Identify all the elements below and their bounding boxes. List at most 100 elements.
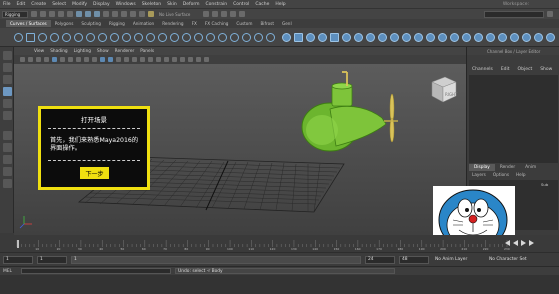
- render-settings-icon[interactable]: [239, 11, 246, 17]
- wire-on-shaded-icon[interactable]: [116, 57, 121, 62]
- attach-surface-icon[interactable]: [462, 32, 471, 42]
- curve-fillet-icon[interactable]: [158, 32, 167, 42]
- insert-isoparm-icon[interactable]: [498, 32, 507, 42]
- xray-joints-icon[interactable]: [196, 57, 201, 62]
- menu-edit[interactable]: Edit: [17, 2, 26, 7]
- select-component-icon[interactable]: [94, 11, 100, 17]
- nurbs-sphere-icon[interactable]: [282, 32, 291, 42]
- view-cube-label[interactable]: RIGHT: [445, 92, 458, 97]
- new-scene-icon[interactable]: [31, 11, 37, 17]
- shelf-tab-geni[interactable]: GenI: [278, 20, 296, 27]
- boundary-icon[interactable]: [414, 32, 423, 42]
- cb-menu-edit[interactable]: Edit: [501, 67, 510, 72]
- snap-curve-icon[interactable]: [121, 11, 127, 17]
- curve-project-icon[interactable]: [242, 32, 251, 42]
- sculpt-surface-icon[interactable]: [546, 32, 555, 42]
- command-language-toggle[interactable]: MEL: [3, 269, 17, 274]
- menu-constrain[interactable]: Constrain: [205, 2, 227, 7]
- shelf-tab-fx[interactable]: FX: [188, 20, 201, 27]
- menu-help[interactable]: Help: [275, 2, 285, 7]
- loft-icon[interactable]: [366, 32, 375, 42]
- nurbs-cylinder-icon[interactable]: [306, 32, 315, 42]
- selection-mask-icon[interactable]: [103, 11, 109, 17]
- four-view-icon[interactable]: [3, 143, 12, 152]
- extend-surface-icon[interactable]: [510, 32, 519, 42]
- menu-modify[interactable]: Modify: [72, 2, 87, 7]
- menu-skeleton[interactable]: Skeleton: [142, 2, 161, 7]
- persp-graph-icon[interactable]: [3, 167, 12, 176]
- textured-icon[interactable]: [124, 57, 129, 62]
- channel-box-body[interactable]: [469, 75, 558, 163]
- save-scene-icon[interactable]: [49, 11, 55, 17]
- grid-toggle-icon[interactable]: [52, 57, 57, 62]
- cv-curve-icon[interactable]: [50, 32, 59, 42]
- select-tool-icon[interactable]: [3, 51, 12, 60]
- open-close-surface-icon[interactable]: [486, 32, 495, 42]
- curve-insert-knot-icon[interactable]: [170, 32, 179, 42]
- lasso-tool-icon[interactable]: [3, 63, 12, 72]
- shelf-tab-bifrost[interactable]: Bifrost: [256, 20, 278, 27]
- bevel-icon[interactable]: [438, 32, 447, 42]
- single-view-icon[interactable]: [3, 131, 12, 140]
- curve-smooth-icon[interactable]: [218, 32, 227, 42]
- input-line-field[interactable]: [484, 10, 544, 18]
- live-surface-icon[interactable]: [148, 11, 154, 17]
- layer-menu-help[interactable]: Help: [516, 172, 526, 177]
- next-step-button[interactable]: 下一步: [80, 167, 109, 179]
- nurbs-circle-icon[interactable]: [14, 32, 23, 42]
- outliner-icon[interactable]: [3, 179, 12, 188]
- shelf-tab-rigging[interactable]: Rigging: [105, 20, 129, 27]
- wireframe-icon[interactable]: [100, 57, 105, 62]
- snap-grid-icon[interactable]: [112, 11, 118, 17]
- menu-file[interactable]: File: [3, 2, 11, 7]
- layer-menu-layers[interactable]: Layers: [472, 172, 486, 177]
- move-tool-icon[interactable]: [3, 87, 12, 96]
- construction-history-icon[interactable]: [203, 11, 210, 17]
- camera-attributes-icon[interactable]: [28, 57, 33, 62]
- layer-menu-options[interactable]: Options: [493, 172, 509, 177]
- menu-control[interactable]: Control: [233, 2, 249, 7]
- ambient-occlusion-icon[interactable]: [148, 57, 153, 62]
- xray-icon[interactable]: [188, 57, 193, 62]
- vp-menu-lighting[interactable]: Lighting: [74, 49, 91, 54]
- cb-menu-show[interactable]: Show: [540, 67, 552, 72]
- ep-curve-icon[interactable]: [38, 32, 47, 42]
- play-forward-icon[interactable]: [521, 240, 526, 246]
- tab-render[interactable]: Render: [495, 164, 520, 171]
- undo-icon[interactable]: [58, 11, 64, 17]
- cb-menu-channels[interactable]: Channels: [472, 67, 493, 72]
- current-time-indicator[interactable]: [17, 240, 19, 248]
- sidebar-toggle-icon[interactable]: [547, 11, 553, 17]
- shadows-icon[interactable]: [140, 57, 145, 62]
- layer-item-label[interactable]: Sub: [541, 182, 548, 187]
- cb-menu-object[interactable]: Object: [518, 67, 533, 72]
- step-forward-icon[interactable]: [529, 240, 534, 246]
- shelf-tab-sculpting[interactable]: Sculpting: [77, 20, 105, 27]
- nurbs-plane-icon[interactable]: [330, 32, 339, 42]
- shelf-tab-curves-surfaces[interactable]: Curves / Surfaces: [6, 20, 51, 27]
- shelf-tab-rendering[interactable]: Rendering: [158, 20, 187, 27]
- pencil-curve-icon[interactable]: [74, 32, 83, 42]
- curve-align-icon[interactable]: [254, 32, 263, 42]
- redo-icon[interactable]: [67, 11, 73, 17]
- camera-select-icon[interactable]: [20, 57, 25, 62]
- menu-set-dropdown[interactable]: Rigging: [2, 10, 28, 18]
- arc-curve-icon[interactable]: [86, 32, 95, 42]
- shelf-tab-animation[interactable]: Animation: [129, 20, 158, 27]
- menu-deform[interactable]: Deform: [183, 2, 200, 7]
- curve-rebuild-icon[interactable]: [134, 32, 143, 42]
- menu-cache[interactable]: Cache: [255, 2, 269, 7]
- bevel-plus-icon[interactable]: [450, 32, 459, 42]
- birail-icon[interactable]: [402, 32, 411, 42]
- tab-anim[interactable]: Anim: [520, 164, 541, 171]
- image-plane-icon[interactable]: [44, 57, 49, 62]
- step-back-icon[interactable]: [505, 240, 510, 246]
- vp-menu-renderer[interactable]: Renderer: [115, 49, 135, 54]
- anim-start-field[interactable]: 1: [3, 255, 33, 264]
- nurbs-square-icon[interactable]: [26, 32, 35, 42]
- curve-offset-icon[interactable]: [122, 32, 131, 42]
- anti-aliasing-icon[interactable]: [164, 57, 169, 62]
- render-frame-icon[interactable]: [221, 11, 228, 17]
- tab-display[interactable]: Display: [469, 163, 495, 171]
- reverse-surface-icon[interactable]: [534, 32, 543, 42]
